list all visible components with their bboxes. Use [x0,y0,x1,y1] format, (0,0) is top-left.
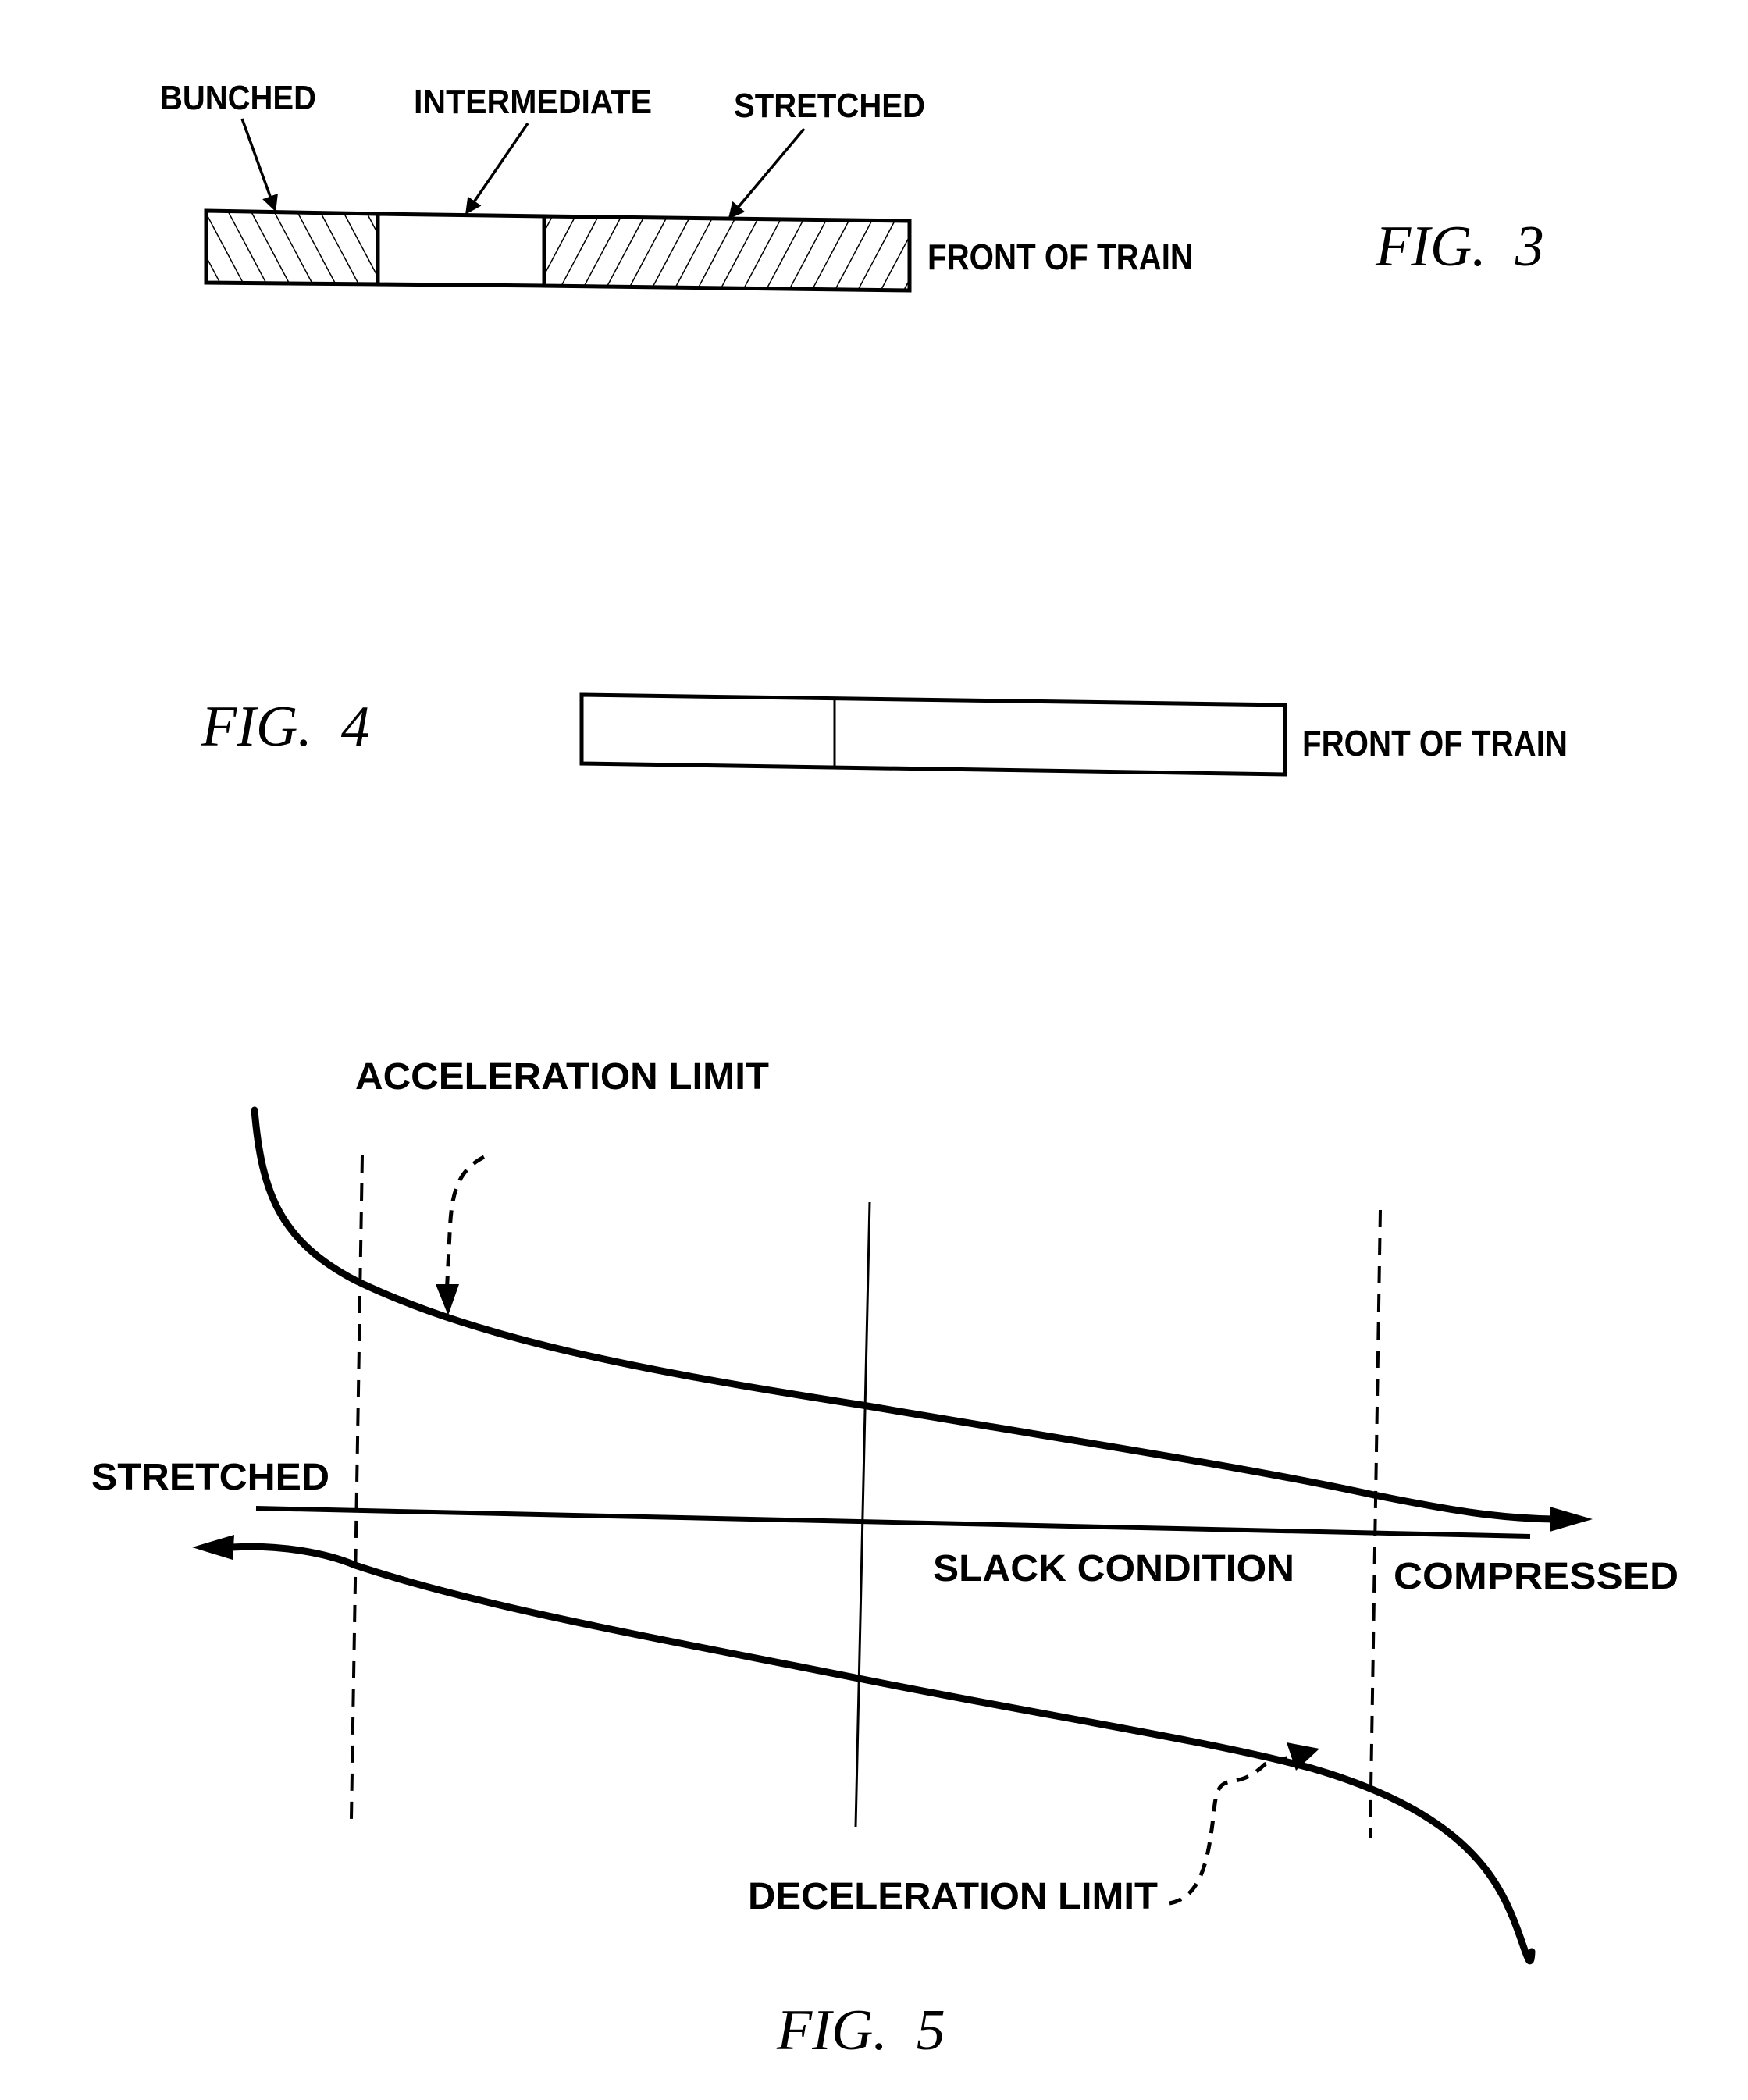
bunched-segment [204,208,380,287]
acceleration-arrowhead [1550,1507,1593,1532]
deceleration-limit-label: DECELERATION LIMIT [748,1876,1158,1917]
stretched-threshold-line [350,1155,364,1820]
acceleration-limit-curve [251,1106,1558,1523]
figure-5: ACCELERATION LIMIT STRETCHED SLACK CONDI… [91,1056,1679,2063]
slack-condition-line [255,1506,1531,1539]
front-of-train-label: FRONT OF TRAIN [1302,723,1568,763]
front-of-train-label: FRONT OF TRAIN [927,237,1193,277]
slack-condition-label: SLACK CONDITION [933,1548,1294,1589]
intermediate-leader-arrow [465,123,529,215]
bunched-label: BUNCHED [160,79,316,117]
acceleration-limit-label: ACCELERATION LIMIT [355,1056,769,1098]
patent-drawing-sheet: BUNCHED INTERMEDIATE STRETCHED FRONT OF … [91,79,1679,2063]
intermediate-label: INTERMEDIATE [414,83,652,121]
intermediate-segment [376,212,546,288]
stretched-segment [542,214,912,293]
center-slack-line [854,1201,871,1828]
train-bar [579,692,1287,777]
compressed-threshold-line [1369,1209,1382,1839]
bunched-leader-arrow [240,118,278,212]
compressed-label: COMPRESSED [1394,1556,1679,1597]
deceleration-leader [1169,1753,1298,1906]
stretched-label: STRETCHED [91,1457,329,1498]
figure-4: FIG. 4 FRONT OF TRAIN [201,692,1568,777]
figure-3: BUNCHED INTERMEDIATE STRETCHED FRONT OF … [160,79,1544,293]
acceleration-leader [444,1155,486,1297]
figure-caption: FIG. 3 [1375,215,1544,279]
figure-caption: FIG. 5 [776,1999,945,2063]
figure-caption: FIG. 4 [201,695,370,759]
stretched-label: STRETCHED [734,87,925,125]
stretched-leader-arrow [728,127,806,219]
